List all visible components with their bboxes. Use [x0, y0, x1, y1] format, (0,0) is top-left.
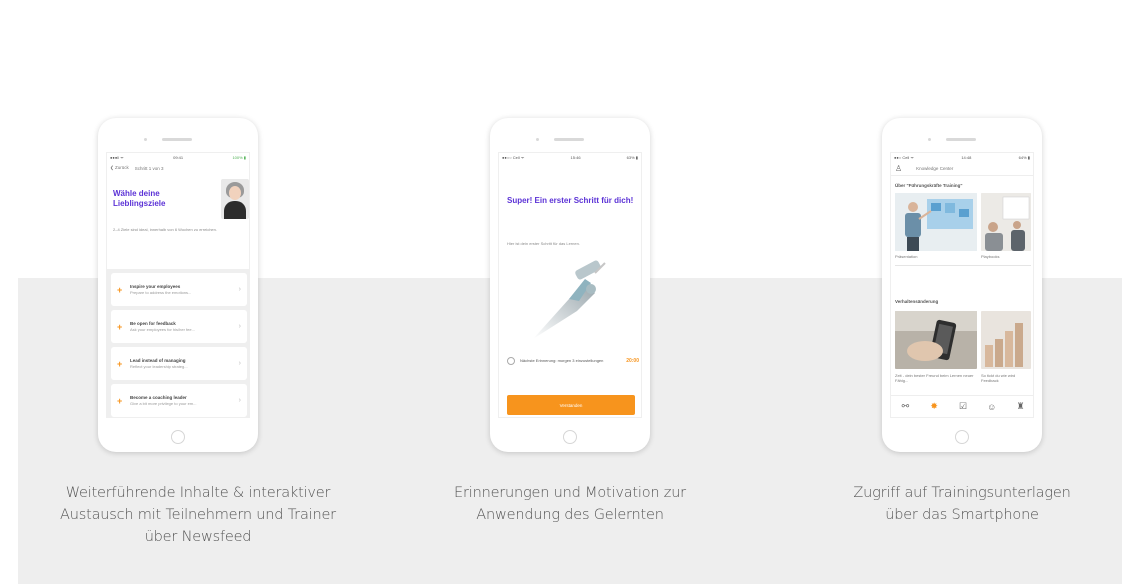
clock-icon: [507, 357, 515, 365]
reminder-text: Nächste Erinnerung: morgen 3 einzustellu…: [520, 358, 604, 363]
page-title: Wähle deine Lieblingsziele: [113, 189, 166, 208]
goal-card[interactable]: + Become a coaching leader Give a bit mo…: [111, 384, 247, 417]
goal-card[interactable]: + Be open for feedback Ask your employee…: [111, 310, 247, 343]
avatar: [221, 179, 249, 219]
section-title: Verhaltensänderung: [895, 299, 939, 304]
trophy-icon[interactable]: ♜: [1013, 401, 1029, 412]
phone-mockup-newsfeed: ●●●ll ᯤ 09:41 100% ▮ ❮ Zurück Schritt 1 …: [98, 118, 258, 452]
goal-desc: Give a bit more privilege to your em...: [130, 401, 197, 406]
speaker-slot: [554, 138, 584, 141]
divider: [895, 265, 1031, 266]
reminder-row[interactable]: Nächste Erinnerung: morgen 3 einzustellu…: [507, 357, 639, 365]
home-button: [563, 430, 577, 444]
paint-roller-illustration: [533, 260, 606, 339]
goal-card[interactable]: + Lead instead of managing Reflect your …: [111, 347, 247, 380]
camera-dot: [536, 138, 539, 141]
status-time: 15:46: [570, 155, 581, 160]
status-signal: ●●○○ Cell ᯤ: [502, 154, 525, 160]
caption-line: Austausch mit Teilnehmern und Trainer: [60, 507, 336, 523]
chevron-right-icon: ›: [238, 360, 241, 367]
page-title: Super! Ein erster Schritt für dich!: [507, 196, 634, 205]
presentation-tile[interactable]: [895, 193, 977, 251]
goal-desc: Prepare to address the emotions...: [130, 290, 192, 295]
plus-icon: +: [117, 321, 123, 332]
chevron-right-icon: ›: [238, 397, 241, 404]
status-battery: 100% ▮: [232, 155, 246, 160]
page-subtitle: 2–4 Ziele sind ideal, innerhalb von 6 Wo…: [113, 227, 217, 232]
app-header: ♙ Knowledge Center: [891, 162, 1033, 176]
playbooks-tile[interactable]: [981, 193, 1031, 251]
caption-line: Erinnerungen und Motivation zur: [454, 485, 686, 501]
goal-card[interactable]: + Inspire your employees Prepare to addr…: [111, 273, 247, 306]
checkbox-icon[interactable]: ☑: [955, 401, 971, 412]
tile-label: Playbooks: [981, 254, 1000, 259]
home-button: [955, 430, 969, 444]
status-bar: ●●○ Cell ᯤ 14:48 64% ▮: [891, 153, 1033, 162]
chevron-right-icon: ›: [238, 286, 241, 293]
plus-icon: +: [117, 358, 123, 369]
caption-line: Zugriff auf Trainingsunterlagen: [853, 485, 1071, 501]
status-signal: ●●○ Cell ᯤ: [894, 154, 915, 160]
speaker-slot: [162, 138, 192, 141]
link-icon[interactable]: ⚯: [897, 401, 913, 412]
user-icon[interactable]: ♙: [895, 164, 902, 173]
tile-label: So tickt du wie wird Feedback: [981, 373, 1016, 383]
caption-reminders: Erinnerungen und Motivation zur Anwendun…: [410, 482, 730, 526]
status-signal: ●●●ll ᯤ: [110, 154, 124, 160]
section-title: Über "Führungskräfte Training": [895, 183, 963, 188]
status-bar: ●●○○ Cell ᯤ 15:46 63% ▮: [499, 153, 641, 162]
smiley-icon[interactable]: ☺: [984, 402, 1000, 412]
caption-line: über das Smartphone: [885, 507, 1039, 523]
phone-screen: ●●○ Cell ᯤ 14:48 64% ▮ ♙ Knowledge Cente…: [890, 152, 1034, 418]
status-battery: 63% ▮: [626, 155, 638, 160]
confirm-button[interactable]: Verstanden: [507, 395, 635, 415]
speaker-slot: [946, 138, 976, 141]
status-time: 14:48: [961, 155, 972, 160]
goal-desc: Reflect your leadership strateg...: [130, 364, 188, 369]
status-time: 09:41: [173, 155, 184, 160]
tile-label: Zeit - dein bester Freund beim Lernen ne…: [895, 373, 974, 383]
status-bar: ●●●ll ᯤ 09:41 100% ▮: [107, 153, 249, 162]
badge-icon[interactable]: ✸: [926, 401, 942, 412]
caption-newsfeed: Weiterführende Inhalte & interaktiver Au…: [18, 482, 378, 548]
nav-bar: ❮ Zurück Schritt 1 von 3: [107, 162, 249, 174]
page-subtitle: Hier ist dein erster Schritt für das Ler…: [507, 241, 580, 246]
chevron-right-icon: ›: [238, 323, 241, 330]
camera-dot: [144, 138, 147, 141]
back-button[interactable]: ❮ Zurück: [110, 165, 129, 171]
goal-list: + Inspire your employees Prepare to addr…: [107, 269, 249, 417]
phone-mockup-knowledge-center: ●●○ Cell ᯤ 14:48 64% ▮ ♙ Knowledge Cente…: [882, 118, 1042, 452]
phone-screen: ●●○○ Cell ᯤ 15:46 63% ▮ Super! Ein erste…: [498, 152, 642, 418]
status-battery: 64% ▮: [1018, 155, 1030, 160]
caption-line: über Newsfeed: [144, 529, 252, 545]
tile-label: Präsentation: [895, 254, 918, 259]
camera-dot: [928, 138, 931, 141]
feedback-tile[interactable]: [981, 311, 1031, 369]
caption-knowledge-center: Zugriff auf Trainingsunterlagen über das…: [802, 482, 1122, 526]
phone-screen: ●●●ll ᯤ 09:41 100% ▮ ❮ Zurück Schritt 1 …: [106, 152, 250, 418]
caption-line: Anwendung des Gelernten: [476, 507, 664, 523]
plus-icon: +: [117, 284, 123, 295]
caption-line: Weiterführende Inhalte & interaktiver: [65, 485, 331, 501]
tab-bar: ⚯ ✸ ☑ ☺ ♜: [891, 395, 1033, 417]
goal-desc: Ask your employees for his/her fee...: [130, 327, 195, 332]
reminder-time: 20:00: [626, 358, 639, 364]
header-title: Knowledge Center: [916, 166, 954, 171]
nav-title: Schritt 1 von 3: [134, 165, 164, 171]
phone-mockup-reminders: ●●○○ Cell ᯤ 15:46 63% ▮ Super! Ein erste…: [490, 118, 650, 452]
home-button: [171, 430, 185, 444]
time-tile[interactable]: [895, 311, 977, 369]
plus-icon: +: [117, 395, 123, 406]
